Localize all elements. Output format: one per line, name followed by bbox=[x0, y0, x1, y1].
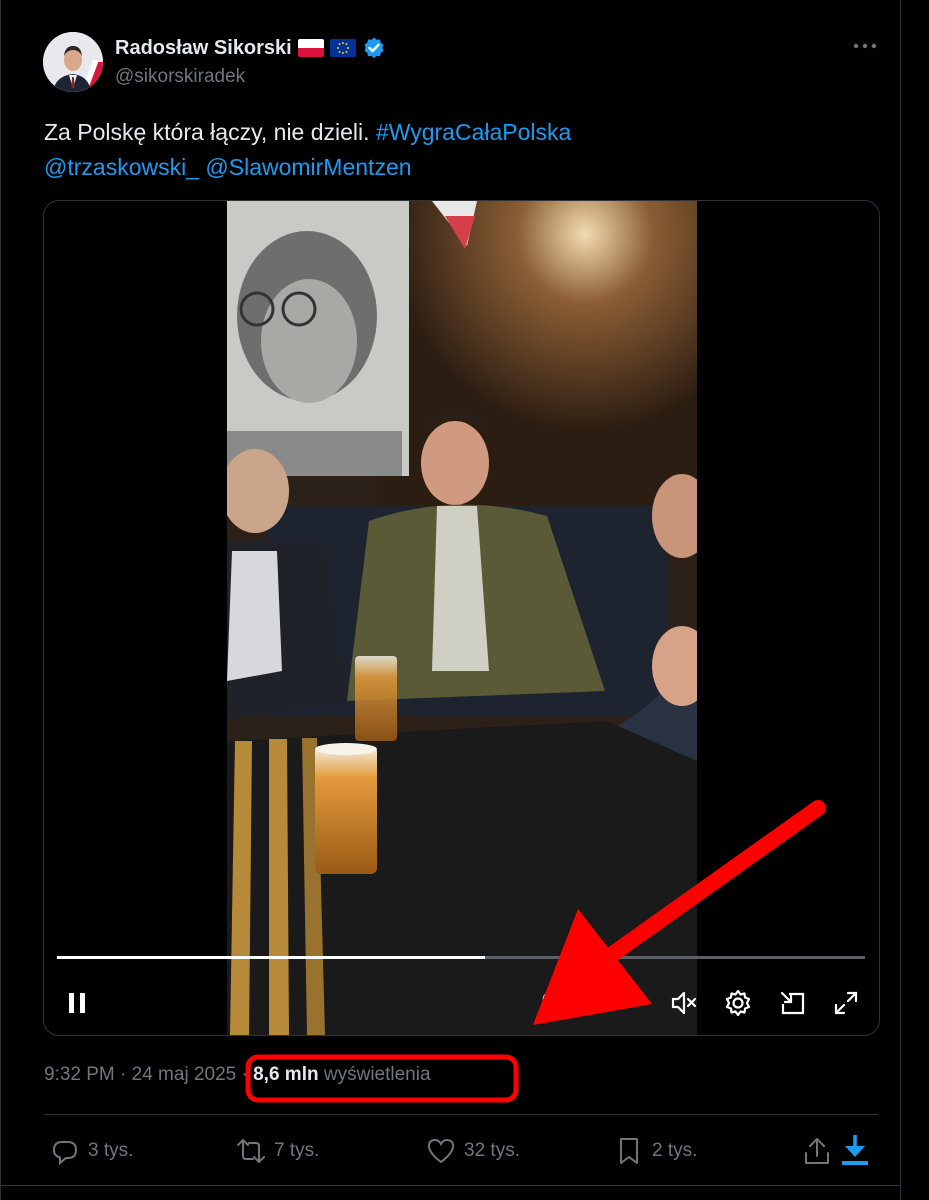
poland-flag-icon bbox=[297, 39, 324, 57]
avatar[interactable] bbox=[43, 32, 103, 92]
settings-icon[interactable] bbox=[723, 988, 753, 1018]
tweet-text: Za Polskę która łączy, nie dzieli. #Wygr… bbox=[44, 115, 864, 185]
reply-count: 3 tys. bbox=[88, 1140, 134, 1161]
pause-icon[interactable] bbox=[66, 991, 90, 1015]
timestamp[interactable]: 9:32 PM · 24 maj 2025 · bbox=[44, 1064, 253, 1085]
mention-link-mentzen[interactable]: @SlawomirMentzen bbox=[205, 154, 411, 180]
video-frame[interactable] bbox=[227, 201, 697, 1035]
reply-icon bbox=[52, 1141, 78, 1166]
like-button[interactable]: 32 tys. bbox=[426, 1136, 520, 1166]
fullscreen-icon[interactable] bbox=[831, 988, 861, 1018]
eu-flag-icon bbox=[329, 39, 356, 57]
repost-count: 7 tys. bbox=[274, 1140, 320, 1161]
video-player[interactable]: 0:0 / 0:15 bbox=[43, 200, 880, 1036]
hashtag-link[interactable]: #WygraCałaPolska bbox=[376, 119, 571, 145]
repost-button[interactable]: 7 tys. bbox=[236, 1136, 319, 1166]
timeline-border-left bbox=[0, 0, 1, 1200]
author-name[interactable]: Radosław Sikorski bbox=[115, 37, 292, 60]
reply-button[interactable]: 3 tys. bbox=[50, 1136, 133, 1166]
repost-icon bbox=[237, 1139, 265, 1163]
mute-icon[interactable] bbox=[669, 988, 699, 1018]
tweet-text-body: Za Polskę która łączy, nie dzieli. bbox=[44, 119, 376, 145]
pip-icon[interactable] bbox=[777, 988, 807, 1018]
video-progress-fill bbox=[57, 956, 486, 959]
timeline-border-right bbox=[900, 0, 901, 1200]
bookmark-button[interactable]: 2 tys. bbox=[614, 1136, 697, 1166]
views-count: 8,6 mln bbox=[253, 1064, 319, 1085]
bookmark-count: 2 tys. bbox=[652, 1140, 698, 1161]
verified-badge-icon[interactable] bbox=[362, 36, 386, 60]
heart-icon bbox=[427, 1138, 455, 1164]
views-label: wyświetlenia bbox=[318, 1064, 431, 1085]
video-progress-bar[interactable] bbox=[57, 956, 865, 959]
bookmark-icon bbox=[620, 1138, 638, 1164]
timeline-border-bottom bbox=[0, 1185, 901, 1186]
mention-link-trzaskowski[interactable]: @trzaskowski_ bbox=[44, 154, 199, 180]
share-icon[interactable] bbox=[802, 1136, 832, 1166]
download-icon[interactable] bbox=[840, 1133, 870, 1167]
author-handle[interactable]: @sikorskiradek bbox=[115, 66, 245, 88]
divider bbox=[44, 1114, 878, 1115]
video-time: 0:0 / 0:15 bbox=[542, 991, 622, 1012]
like-count: 32 tys. bbox=[464, 1140, 520, 1161]
tweet-meta: 9:32 PM · 24 maj 2025 · 8,6 mln wyświetl… bbox=[44, 1064, 431, 1086]
more-options-icon[interactable] bbox=[852, 36, 878, 56]
author-name-row: Radosław Sikorski bbox=[115, 36, 386, 60]
